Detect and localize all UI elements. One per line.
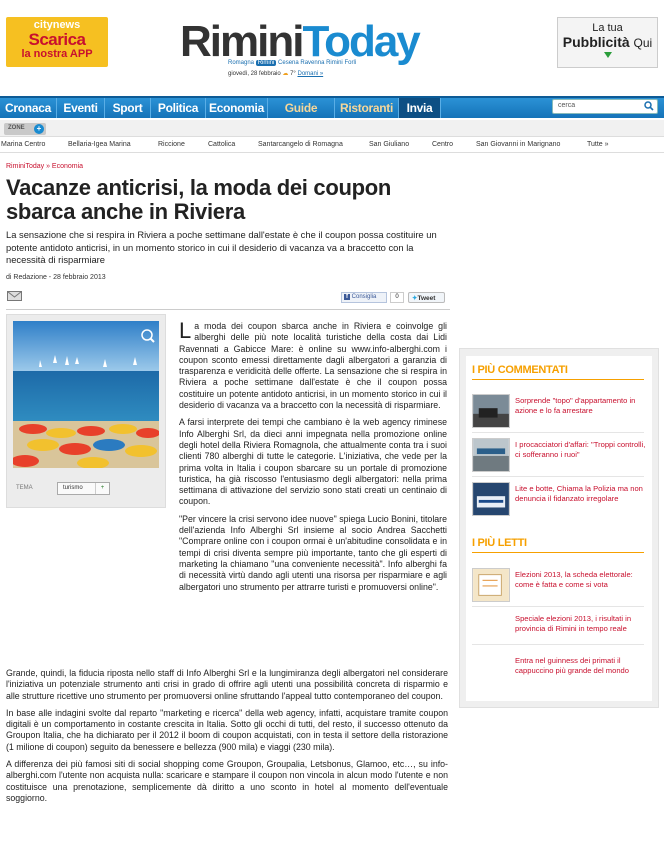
nav-eventi[interactable]: Eventi — [57, 98, 105, 118]
article-body-full: Grande, quindi, la fiducia riposta nello… — [6, 668, 448, 810]
article-summary: La sensazione che si respira in Riviera … — [6, 229, 437, 265]
divider — [472, 476, 644, 477]
tag-label: TEMA — [16, 485, 33, 491]
ad-line-1: La tua — [592, 22, 623, 34]
most-commented-link[interactable]: Sorprende "topo" d'appartamento in azion… — [515, 396, 651, 416]
zone-button-label: ZONE — [8, 125, 25, 131]
breadcrumb[interactable]: RiminiToday » Economia — [6, 163, 83, 170]
tweet-button[interactable]: ✦Tweet — [408, 292, 445, 303]
zone-link[interactable]: Marina Centro — [1, 141, 45, 148]
article-paragraph: Grande, quindi, la fiducia riposta nello… — [6, 668, 448, 701]
divider — [472, 552, 644, 553]
divider — [472, 432, 644, 433]
zone-link-all[interactable]: Tutte » — [587, 141, 609, 148]
nav-ristoranti[interactable]: Ristoranti — [335, 98, 399, 118]
article-paragraph: A differenza dei più famosi siti di soci… — [6, 759, 448, 803]
divider — [6, 309, 450, 310]
citynews-app-banner[interactable]: citynews Scarica la nostra APP — [6, 17, 108, 67]
city-link-cesena[interactable]: Cesena — [278, 60, 299, 66]
article-body-column: La moda dei coupon sbarca anche in Rivie… — [179, 318, 447, 599]
add-tag-button[interactable]: + — [95, 483, 109, 494]
most-commented-link[interactable]: I procacciatori d'affari: "Troppi contro… — [515, 440, 651, 460]
article-paragraph: La moda dei coupon sbarca anche in Rivie… — [179, 318, 447, 411]
divider — [472, 606, 644, 607]
nav-guide[interactable]: Guide — [268, 98, 335, 118]
beach-photo[interactable] — [13, 321, 159, 468]
article-byline: di Redazione - 28 febbraio 2013 — [6, 274, 106, 281]
city-link-ravenna[interactable]: Ravenna — [300, 60, 324, 66]
facebook-recommend-button[interactable]: f Consiglia — [341, 292, 387, 303]
news-thumbnail[interactable] — [472, 394, 510, 428]
zone-link[interactable]: Riccione — [158, 141, 185, 148]
news-thumbnail[interactable] — [472, 568, 510, 602]
temperature: 7° — [290, 71, 296, 77]
ad-line-2: Pubblicità — [562, 34, 630, 50]
share-count: 0 — [390, 292, 404, 303]
arrow-down-icon — [603, 52, 612, 58]
drop-cap: L — [179, 318, 192, 343]
logo-part-today: Today — [302, 17, 420, 66]
city-link-rimini[interactable]: Rimini — [326, 60, 343, 66]
most-commented-link[interactable]: Lite e botte, Chiama la Polizia ma non d… — [515, 484, 651, 504]
city-link-forli[interactable]: Forlì — [344, 60, 356, 66]
zone-link[interactable]: San Giovanni in Marignano — [476, 141, 560, 148]
nav-cronaca[interactable]: Cronaca — [0, 98, 57, 118]
recommend-label: Consiglia — [351, 294, 377, 300]
city-link-rimini-active[interactable]: Rimini — [255, 60, 277, 66]
city-links: Romagna Rimini Cesena Ravenna Rimini For… — [228, 60, 356, 66]
article-title: Vacanze anticrisi, la moda dei coupon sb… — [6, 175, 392, 224]
plus-icon: + — [34, 124, 44, 134]
zone-link[interactable]: Bellaria-Igea Marina — [68, 141, 131, 148]
most-read-link[interactable]: Speciale elezioni 2013, i risultati in p… — [515, 614, 651, 634]
advertising-banner[interactable]: La tua Pubblicità Qui — [557, 17, 658, 68]
zone-button[interactable]: ZONE + — [4, 123, 46, 135]
zone-link[interactable]: Centro — [432, 141, 453, 148]
ad-line-3: Qui — [633, 36, 653, 50]
most-read-heading: I PIÙ LETTI — [472, 537, 527, 549]
news-thumbnail[interactable] — [472, 438, 510, 472]
news-thumbnail[interactable] — [472, 482, 510, 516]
facebook-icon: f — [344, 294, 350, 300]
nav-economia[interactable]: Economia — [206, 98, 268, 118]
most-commented-heading: I PIÙ COMMENTATI — [472, 364, 568, 376]
logo-part-rimini: Rimini — [180, 17, 304, 66]
citynews-download-label: Scarica — [28, 30, 87, 49]
citynews-app-label: la nostra APP — [21, 48, 93, 60]
tag-button-turismo[interactable]: turismo + — [57, 482, 110, 495]
zone-bar — [0, 120, 664, 137]
divider — [0, 152, 664, 153]
tweet-label: Tweet — [417, 295, 436, 302]
nav-invia[interactable]: Invia — [399, 98, 441, 118]
article-paragraph: A farsi interprete dei tempi che cambian… — [179, 417, 447, 507]
zone-link[interactable]: San Giuliano — [369, 141, 409, 148]
article-paragraph: In base alle indagini svolte dal reparto… — [6, 707, 448, 752]
article-paragraph: "Per vincere la crisi servono idee nuove… — [179, 513, 447, 592]
city-link-romagna[interactable]: Romagna — [228, 60, 254, 66]
most-read-link[interactable]: Elezioni 2013, la scheda elettorale: com… — [515, 570, 651, 590]
mail-icon[interactable] — [7, 291, 22, 301]
search-input[interactable]: cerca — [552, 99, 658, 114]
sun-cloud-icon: ☁ — [282, 71, 289, 77]
nav-sport[interactable]: Sport — [105, 98, 151, 118]
zone-link[interactable]: Santarcangelo di Romagna — [258, 141, 343, 148]
divider — [472, 644, 644, 645]
search-placeholder: cerca — [558, 102, 576, 109]
divider — [472, 379, 644, 380]
paragraph-text: a moda dei coupon sbarca anche in Rivier… — [179, 321, 447, 411]
most-read-link[interactable]: Entra nel guinness dei primati il cappuc… — [515, 656, 651, 676]
nav-politica[interactable]: Politica — [151, 98, 206, 118]
zone-link[interactable]: Cattolica — [208, 141, 235, 148]
date-weather: giovedì, 28 febbraio ☁ 7° Domani » — [228, 70, 323, 77]
tag-value: turismo — [63, 485, 83, 491]
tomorrow-link[interactable]: Domani » — [297, 71, 323, 77]
current-date: giovedì, 28 febbraio — [228, 71, 281, 77]
search-icon[interactable] — [644, 101, 654, 111]
